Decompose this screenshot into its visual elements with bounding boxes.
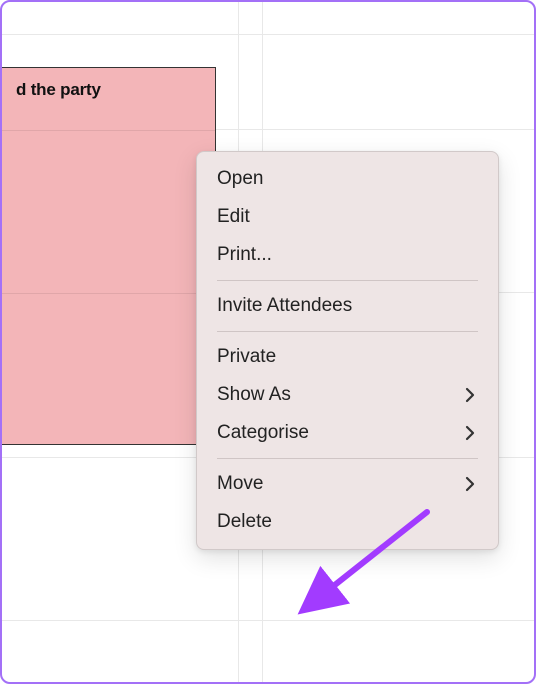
menu-move-label: Move — [217, 473, 263, 495]
menu-edit[interactable]: Edit — [197, 198, 498, 236]
menu-print-label: Print... — [217, 244, 272, 266]
chevron-right-icon — [462, 476, 478, 492]
menu-open-label: Open — [217, 168, 263, 190]
menu-edit-label: Edit — [217, 206, 250, 228]
menu-separator — [217, 280, 478, 281]
menu-private[interactable]: Private — [197, 338, 498, 376]
menu-categorise-label: Categorise — [217, 422, 309, 444]
menu-show-as[interactable]: Show As — [197, 376, 498, 414]
menu-move[interactable]: Move — [197, 465, 498, 503]
calendar-event[interactable]: d the party — [2, 67, 216, 445]
menu-separator — [217, 331, 478, 332]
menu-print[interactable]: Print... — [197, 236, 498, 274]
menu-delete[interactable]: Delete — [197, 503, 498, 541]
menu-open[interactable]: Open — [197, 160, 498, 198]
context-menu: Open Edit Print... Invite Attendees Priv… — [196, 151, 499, 550]
menu-private-label: Private — [217, 346, 276, 368]
menu-invite-attendees[interactable]: Invite Attendees — [197, 287, 498, 325]
menu-separator — [217, 458, 478, 459]
menu-delete-label: Delete — [217, 511, 272, 533]
chevron-right-icon — [462, 387, 478, 403]
chevron-right-icon — [462, 425, 478, 441]
menu-invite-label: Invite Attendees — [217, 295, 352, 317]
event-title: d the party — [16, 80, 201, 100]
menu-categorise[interactable]: Categorise — [197, 414, 498, 452]
menu-show-as-label: Show As — [217, 384, 291, 406]
